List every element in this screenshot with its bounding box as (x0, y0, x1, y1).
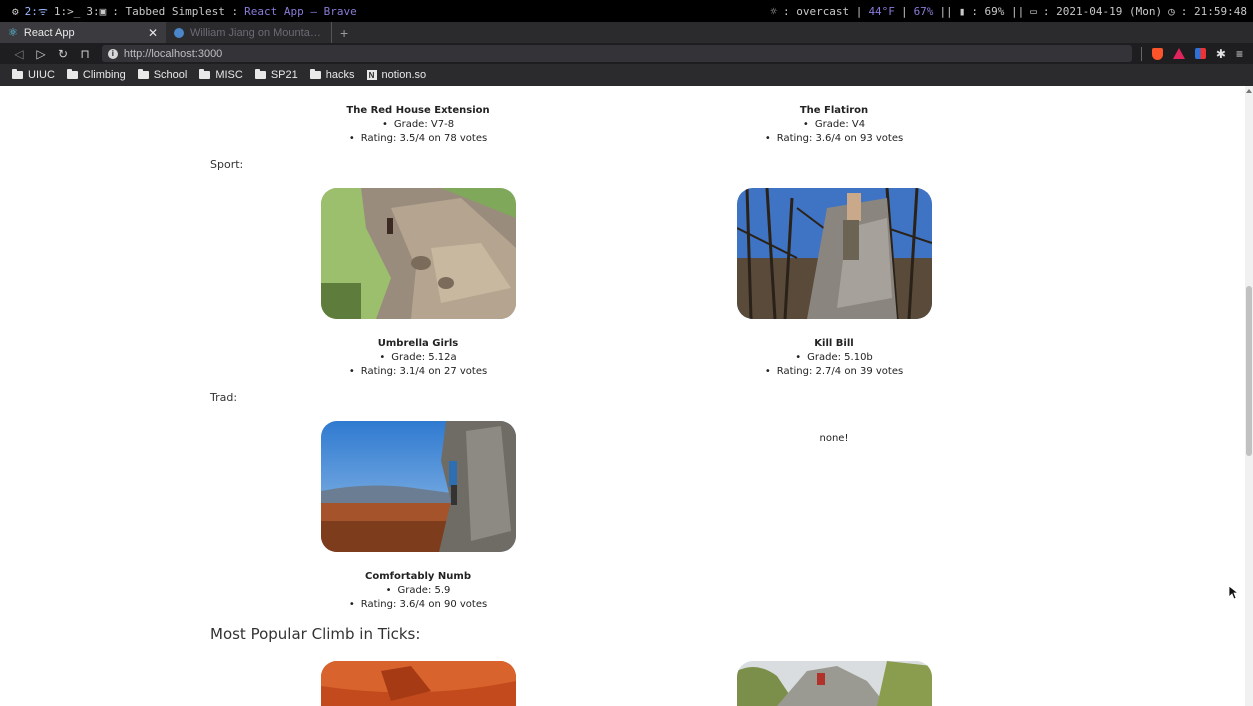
new-tab-button[interactable]: + (332, 22, 356, 43)
mouse-cursor-icon (1229, 586, 1239, 600)
folder-icon (137, 69, 149, 79)
climb-grade: Grade: V4 (714, 118, 954, 132)
climb-card: The Red House Extension Grade: V7-8 Rati… (298, 104, 538, 146)
climb-photo-popular-1[interactable] (321, 661, 516, 706)
scrollbar-thumb[interactable] (1246, 286, 1252, 456)
folder-icon (66, 69, 78, 79)
folder-icon (12, 69, 23, 79)
folder-icon (309, 69, 321, 79)
battery-icon: ▮ (958, 4, 966, 18)
workspace-2[interactable]: 2:ᯤ (25, 4, 48, 19)
climb-rating: Rating: 3.5/4 on 78 votes (298, 132, 538, 146)
tab-mountain-project[interactable]: William Jiang on Mountain Proj (166, 22, 332, 43)
bookmark-climbing[interactable]: Climbing (66, 69, 126, 81)
climb-name: Kill Bill (814, 338, 854, 349)
battery-level: : 69% || (971, 4, 1025, 18)
back-button[interactable]: ◁ (8, 47, 30, 61)
climb-rating: Rating: 3.6/4 on 90 votes (298, 598, 538, 612)
tab-react-app[interactable]: ⚛ React App ✕ (0, 22, 166, 43)
status-right: ☼ : overcast | 44°F | 67% || ▮ : 69% || … (770, 4, 1247, 18)
extension-icon[interactable] (1194, 48, 1206, 59)
popular-climbs-heading: Most Popular Climb in Ticks: (210, 625, 421, 643)
bookmark-notion[interactable]: Nnotion.so (366, 69, 426, 81)
bookmark-icon[interactable]: ⊓ (74, 47, 96, 61)
climb-card: Umbrella Girls Grade: 5.12a Rating: 3.1/… (298, 337, 538, 379)
climb-card: The Flatiron Grade: V4 Rating: 3.6/4 on … (714, 104, 954, 146)
workspace-1[interactable]: 1:>_ (54, 5, 81, 18)
brave-shields-icon[interactable] (1151, 47, 1163, 60)
mountain-project-favicon-icon (174, 27, 184, 38)
weather-text: : overcast | (782, 4, 863, 18)
calendar-icon: ▭ (1030, 4, 1037, 18)
extensions-area: ✱ ≡ (1140, 46, 1243, 61)
climb-name: The Flatiron (799, 105, 869, 116)
climb-grade: Grade: 5.12a (298, 351, 538, 365)
reload-button[interactable]: ↻ (52, 47, 74, 61)
window-mode: : Tabbed Simplest : (112, 4, 239, 18)
scroll-up-arrow-icon[interactable] (1246, 89, 1252, 93)
bookmarks-bar: UIUC Climbing School MISC SP21 hacks Nno… (0, 64, 1253, 86)
climb-grade: Grade: 5.10b (714, 351, 954, 365)
status-bar: ⚙ 2:ᯤ 1:>_ 3:▣ : Tabbed Simplest : React… (0, 0, 1253, 22)
climb-name: Umbrella Girls (377, 338, 459, 349)
climb-name: The Red House Extension (346, 105, 490, 116)
no-trad-climb-text: none! (819, 433, 849, 444)
climb-photo-comfortably-numb[interactable] (321, 421, 516, 552)
sport-label: Sport: (210, 158, 244, 171)
clock-icon: ◷ (1168, 4, 1175, 18)
climb-rating: Rating: 2.7/4 on 39 votes (714, 365, 954, 379)
weather-icon: ☼ (770, 4, 777, 18)
status-left: ⚙ 2:ᯤ 1:>_ 3:▣ : Tabbed Simplest : React… (12, 4, 357, 19)
workspace-3[interactable]: 3:▣ (86, 5, 106, 18)
url-field[interactable]: i (102, 45, 1132, 62)
close-tab-icon[interactable]: ✕ (148, 26, 158, 40)
tab-label: William Jiang on Mountain Proj (190, 26, 323, 39)
time-text: : 21:59:48 (1180, 4, 1247, 18)
humidity: 67% (913, 4, 934, 18)
trad-label: Trad: (210, 391, 238, 404)
react-favicon-icon: ⚛ (8, 27, 18, 39)
climb-card: Comfortably Numb Grade: 5.9 Rating: 3.6/… (298, 570, 538, 612)
brave-rewards-icon[interactable] (1172, 48, 1185, 59)
notion-icon: N (366, 70, 377, 80)
temperature: 44°F (868, 4, 895, 18)
climb-grade: Grade: V7-8 (298, 118, 538, 132)
climb-photo-umbrella-girls[interactable] (321, 188, 516, 319)
bookmark-uiuc[interactable]: UIUC (12, 69, 55, 81)
address-bar: ◁ ▷ ↻ ⊓ i ✱ ≡ (0, 43, 1253, 64)
window-title: React App — Brave (244, 4, 357, 18)
page-scrollbar[interactable] (1245, 86, 1253, 706)
date-text: : 2021-04-19 (Mon) (1042, 4, 1163, 18)
climb-card: Kill Bill Grade: 5.10b Rating: 2.7/4 on … (714, 337, 954, 379)
bookmark-school[interactable]: School (137, 69, 187, 81)
tab-bar: ⚛ React App ✕ William Jiang on Mountain … (0, 22, 1253, 43)
climb-rating: Rating: 3.1/4 on 27 votes (298, 365, 538, 379)
climb-photo-kill-bill[interactable] (737, 188, 932, 319)
folder-icon (254, 69, 266, 79)
bookmark-sp21[interactable]: SP21 (254, 69, 298, 81)
climb-rating: Rating: 3.6/4 on 93 votes (714, 132, 954, 146)
bookmark-misc[interactable]: MISC (199, 69, 243, 81)
bookmark-hacks[interactable]: hacks (309, 69, 355, 81)
climb-name: Comfortably Numb (365, 571, 471, 582)
extensions-puzzle-icon[interactable]: ✱ (1216, 47, 1226, 61)
page-content: The Red House Extension Grade: V7-8 Rati… (0, 86, 1253, 706)
forward-button[interactable]: ▷ (30, 47, 52, 61)
climb-grade: Grade: 5.9 (298, 584, 538, 598)
url-input[interactable] (123, 47, 1126, 60)
folder-icon (199, 69, 211, 79)
site-info-icon[interactable]: i (108, 48, 118, 59)
tab-label: React App (23, 26, 75, 39)
climb-photo-popular-2[interactable] (737, 661, 932, 706)
os-logo-icon: ⚙ (12, 4, 19, 18)
menu-icon[interactable]: ≡ (1236, 47, 1243, 61)
